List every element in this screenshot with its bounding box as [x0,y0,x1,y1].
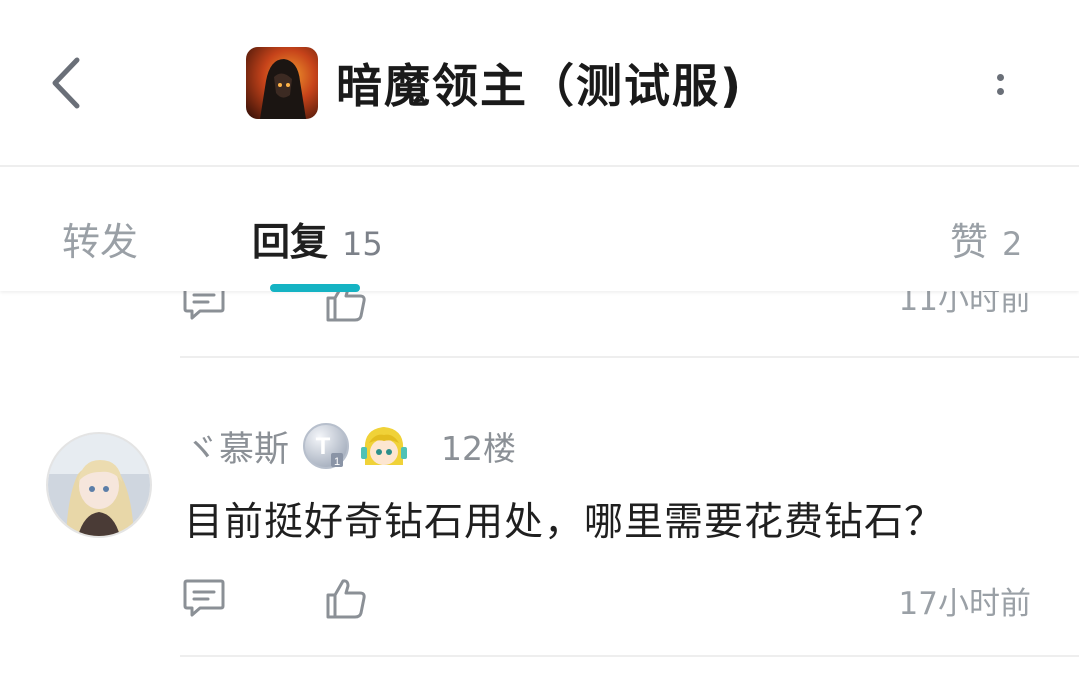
tab-like[interactable]: 赞2 [950,211,1022,266]
tab-reply-label: 回复 [252,220,329,264]
svg-text:1: 1 [334,456,340,468]
character-badge-icon [361,427,408,465]
chevron-left-icon [52,57,80,109]
avatar[interactable] [46,432,152,538]
comment-timestamp: 11小时前 [898,291,1031,318]
tab-forward[interactable]: 转发 [62,211,138,266]
level-badge-icon: T 1 [303,423,350,469]
comment-header: ヾ慕斯 T 1 12楼 [184,419,516,473]
username[interactable]: ヾ慕斯 [184,421,289,472]
tab-like-count: 2 [1002,225,1023,263]
reply-icon[interactable] [182,291,226,323]
comment-divider [180,356,1079,358]
comment-divider [180,655,1079,657]
svg-text:T: T [316,433,331,460]
tab-reply-count: 15 [342,225,383,263]
tab-like-label: 赞 [950,220,989,264]
page-title: 暗魔领主（测试服) [336,59,744,113]
tab-forward-label: 转发 [62,220,139,264]
comment-text: 目前挺好奇钻石用处，哪里需要花费钻石？ [184,500,945,545]
thumbs-up-icon[interactable] [324,291,368,323]
comment-actions: 17小时前 [0,576,1079,626]
tab-bar: 转发 回复 15 赞2 [0,167,1079,292]
comment-list: 11小时前 ヾ慕斯 T 1 12楼 目前挺好奇钻石用处，哪里需要花费钻石？ 17… [0,291,1079,678]
reply-icon[interactable] [182,576,226,620]
more-vertical-icon [996,73,1004,81]
back-button[interactable] [38,52,94,114]
more-options-button[interactable] [980,62,1020,106]
app-logo-icon [246,47,318,119]
thumbs-up-icon[interactable] [324,576,368,620]
comment-actions: 11小时前 [0,291,1079,329]
top-bar: 暗魔领主（测试服) [0,0,1079,165]
floor-number: 12楼 [441,429,517,468]
tab-reply[interactable]: 回复 15 [252,211,383,266]
comment-timestamp: 17小时前 [898,586,1031,622]
app-title-group[interactable]: 暗魔领主（测试服) [246,46,743,120]
active-tab-indicator [270,284,360,292]
